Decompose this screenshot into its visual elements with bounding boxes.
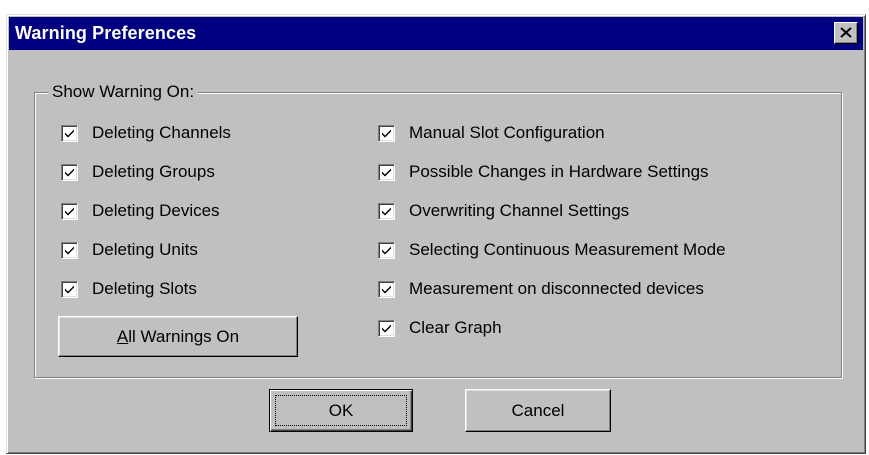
checkbox-box[interactable] xyxy=(378,202,395,220)
checkbox-deleting-devices[interactable]: Deleting Devices xyxy=(61,199,220,223)
window-title: Warning Preferences xyxy=(15,23,197,43)
group-label: Show Warning On: xyxy=(48,81,199,103)
title-bar[interactable]: Warning Preferences xyxy=(9,17,863,50)
checkbox-measurement-disconnected-devices[interactable]: Measurement on disconnected devices xyxy=(378,277,704,301)
checkbox-label: Manual Slot Configuration xyxy=(409,123,605,142)
checkbox-label: Possible Changes in Hardware Settings xyxy=(409,162,709,181)
checkbox-deleting-units[interactable]: Deleting Units xyxy=(61,238,198,262)
checkbox-box[interactable] xyxy=(61,124,78,142)
checkmark-icon xyxy=(65,246,74,254)
checkbox-box[interactable] xyxy=(378,319,395,337)
checkbox-label: Deleting Units xyxy=(92,240,198,259)
checkbox-deleting-channels[interactable]: Deleting Channels xyxy=(61,121,231,145)
checkmark-icon xyxy=(382,168,391,176)
checkbox-deleting-slots[interactable]: Deleting Slots xyxy=(61,277,197,301)
checkbox-label: Clear Graph xyxy=(409,318,502,337)
checkbox-box[interactable] xyxy=(378,241,395,259)
button-label: All Warnings On xyxy=(116,326,240,346)
button-label: OK xyxy=(328,400,354,420)
checkbox-box[interactable] xyxy=(378,163,395,181)
checkbox-possible-changes-hardware[interactable]: Possible Changes in Hardware Settings xyxy=(378,160,709,184)
checkmark-icon xyxy=(382,246,391,254)
checkbox-box[interactable] xyxy=(61,202,78,220)
checkmark-icon xyxy=(65,168,74,176)
checkbox-label: Measurement on disconnected devices xyxy=(409,279,704,298)
show-warning-groupbox: Show Warning On: Deleting Channels Delet… xyxy=(34,81,842,378)
close-button[interactable] xyxy=(834,22,858,44)
checkbox-clear-graph[interactable]: Clear Graph xyxy=(378,316,502,340)
checkbox-deleting-groups[interactable]: Deleting Groups xyxy=(61,160,215,184)
checkbox-box[interactable] xyxy=(61,163,78,181)
checkbox-label: Deleting Groups xyxy=(92,162,215,181)
button-label: Cancel xyxy=(511,400,565,420)
checkbox-continuous-measurement-mode[interactable]: Selecting Continuous Measurement Mode xyxy=(378,238,726,262)
checkbox-box[interactable] xyxy=(61,241,78,259)
ok-button[interactable]: OK xyxy=(269,389,413,432)
checkbox-box[interactable] xyxy=(61,280,78,298)
checkmark-icon xyxy=(65,129,74,137)
checkbox-box[interactable] xyxy=(378,124,395,142)
close-x-icon xyxy=(840,27,852,38)
checkmark-icon xyxy=(382,207,391,215)
checkmark-icon xyxy=(382,129,391,137)
cancel-button[interactable]: Cancel xyxy=(465,389,611,432)
checkbox-label: Deleting Channels xyxy=(92,123,231,142)
checkmark-icon xyxy=(382,285,391,293)
checkbox-label: Deleting Slots xyxy=(92,279,197,298)
all-warnings-on-button[interactable]: All Warnings On xyxy=(58,316,298,357)
checkbox-label: Overwriting Channel Settings xyxy=(409,201,630,220)
checkmark-icon xyxy=(382,324,391,332)
checkmark-icon xyxy=(65,207,74,215)
checkbox-manual-slot-configuration[interactable]: Manual Slot Configuration xyxy=(378,121,605,145)
checkbox-overwriting-channel-settings[interactable]: Overwriting Channel Settings xyxy=(378,199,629,223)
checkbox-label: Selecting Continuous Measurement Mode xyxy=(409,240,726,259)
checkbox-label: Deleting Devices xyxy=(92,201,220,220)
warning-preferences-dialog: Warning Preferences Show Warning On: Del… xyxy=(6,14,866,454)
checkmark-icon xyxy=(65,285,74,293)
checkbox-box[interactable] xyxy=(378,280,395,298)
